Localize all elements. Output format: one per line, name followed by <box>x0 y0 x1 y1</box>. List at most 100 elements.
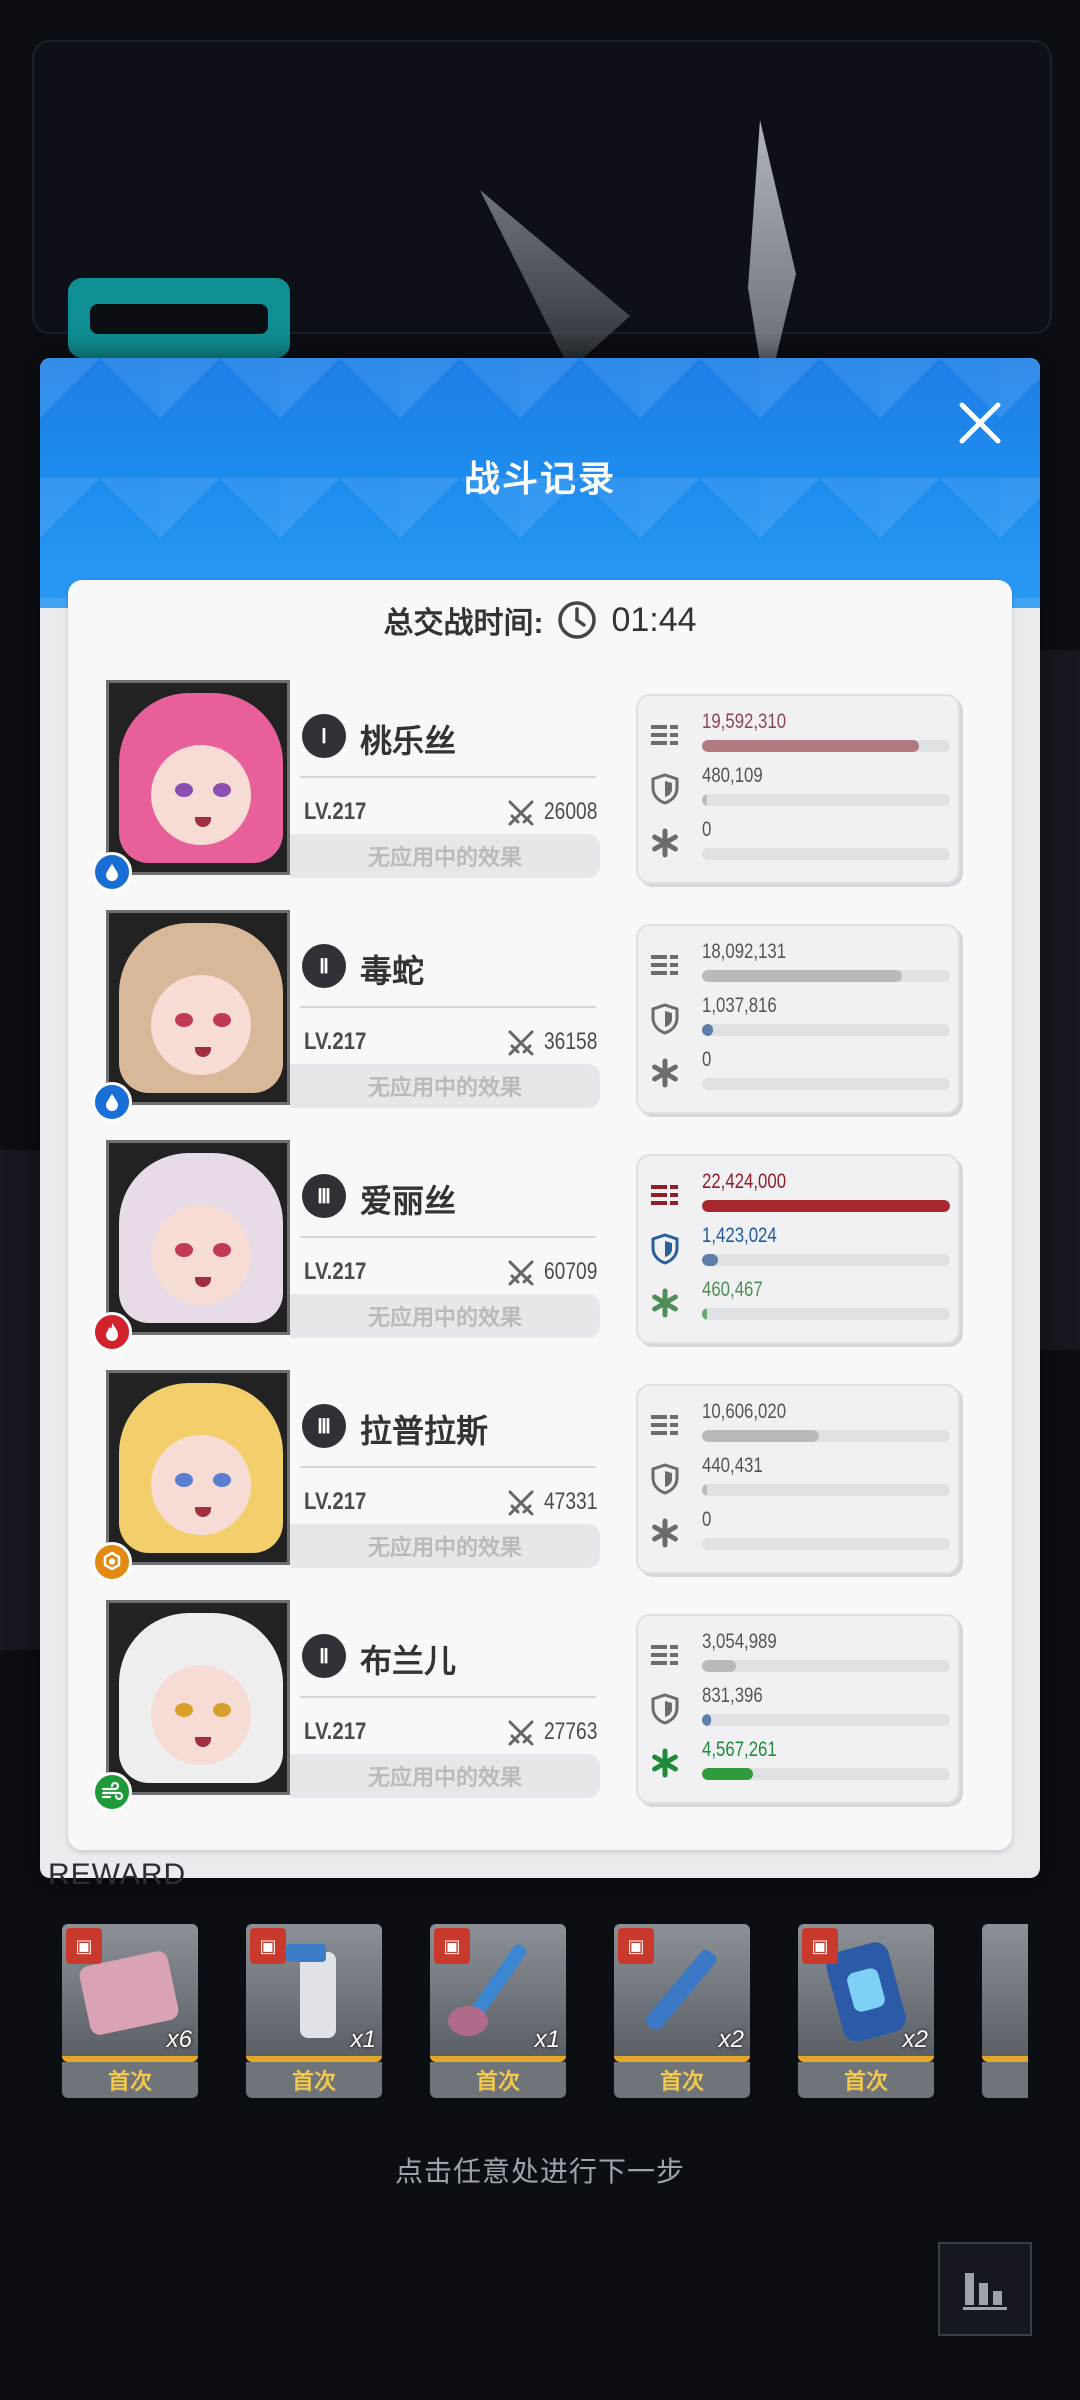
shield-bar <box>702 1254 718 1266</box>
divider <box>300 1696 596 1698</box>
heal-stat: 0 <box>648 1508 950 1560</box>
damage-icon <box>648 1638 682 1672</box>
damage-bar <box>702 1200 950 1212</box>
total-time-value: 01:44 <box>611 600 697 639</box>
character-row[interactable]: Ⅲ 拉普拉斯 LV.217 47331 无应用中的效果 10,606,020 4… <box>92 1370 1006 1582</box>
burst-rank-badge: Ⅰ <box>302 714 346 758</box>
character-row[interactable]: Ⅱ 毒蛇 LV.217 36158 无应用中的效果 18,092,131 1,0… <box>92 910 1006 1122</box>
divider <box>300 776 596 778</box>
damage-bar <box>702 1660 736 1672</box>
character-info: Ⅱ 布兰儿 LV.217 27763 无应用中的效果 <box>290 1614 610 1798</box>
reward-item[interactable]: ▣ x2 首次 <box>798 1924 934 2100</box>
damage-value: 3,054,989 <box>702 1630 777 1653</box>
character-row[interactable]: Ⅲ 爱丽丝 LV.217 60709 无应用中的效果 22,424,000 1,… <box>92 1140 1006 1352</box>
shield-stat: 480,109 <box>648 764 950 816</box>
reward-label: REWARD <box>48 1858 187 1891</box>
heal-bar <box>702 1768 753 1780</box>
box-icon: ▣ <box>802 1928 838 1964</box>
damage-bar <box>702 1430 820 1442</box>
bar-chart-icon <box>963 2273 1007 2310</box>
character-name: 毒蛇 <box>360 953 425 989</box>
close-icon <box>959 402 1001 444</box>
shield-stat: 1,037,816 <box>648 994 950 1046</box>
shield-value: 1,037,816 <box>702 994 777 1017</box>
character-row[interactable]: Ⅱ 布兰儿 LV.217 27763 无应用中的效果 3,054,989 831… <box>92 1600 1006 1812</box>
heal-value: 460,467 <box>702 1278 763 1301</box>
damage-value: 19,592,310 <box>702 710 787 733</box>
combat-power: 27763 <box>544 1718 598 1745</box>
damage-value: 10,606,020 <box>702 1400 787 1423</box>
record-content: 总交战时间: 01:44 Ⅰ 桃乐丝 LV.217 26008 无应用中的效果 … <box>68 580 1012 1850</box>
heal-value: 0 <box>702 1508 712 1531</box>
continue-hint[interactable]: 点击任意处进行下一步 <box>0 2150 1080 2190</box>
crossed-swords-icon <box>508 1030 534 1056</box>
damage-value: 18,092,131 <box>702 940 787 963</box>
character-name: 拉普拉斯 <box>360 1413 489 1449</box>
iron-icon <box>92 1542 132 1582</box>
reward-quantity: x2 <box>902 2026 928 2053</box>
shield-bar <box>702 1714 712 1726</box>
effect-status: 无应用中的效果 <box>290 1064 600 1108</box>
shield-bar <box>702 794 707 806</box>
damage-bar <box>702 740 919 752</box>
heal-stat: 0 <box>648 1048 950 1100</box>
reward-item[interactable]: ▣ x2 首次 <box>614 1924 750 2100</box>
divider <box>300 1466 596 1468</box>
total-time-label: 总交战时间: <box>383 607 544 640</box>
shield-icon <box>648 1462 682 1496</box>
effect-status: 无应用中的效果 <box>290 1294 600 1338</box>
stats-panel: 19,592,310 480,109 0 <box>636 694 960 884</box>
damage-stat: 18,092,131 <box>648 940 950 992</box>
shield-stat: 1,423,024 <box>648 1224 950 1276</box>
first-clear-tag: 首次 <box>430 2062 566 2098</box>
reward-item[interactable]: ▣ x1 首次 <box>430 1924 566 2100</box>
shield-bar <box>702 1024 714 1036</box>
heal-icon <box>648 826 682 860</box>
crossed-swords-icon <box>508 1490 534 1516</box>
combat-power: 47331 <box>544 1488 598 1515</box>
first-clear-tag: 首次 <box>62 2062 198 2098</box>
close-button[interactable] <box>950 393 1010 453</box>
cloth-icon: ▣ x6 <box>62 1924 198 2062</box>
shield-value: 1,423,024 <box>702 1224 777 1247</box>
statistics-button[interactable] <box>938 2242 1032 2336</box>
character-name: 桃乐丝 <box>360 723 457 759</box>
stats-panel: 18,092,131 1,037,816 0 <box>636 924 960 1114</box>
battery-icon: ▣ x2 <box>798 1924 934 2062</box>
stats-panel: 3,054,989 831,396 4,567,261 <box>636 1614 960 1804</box>
spray-bottle-icon: ▣ x1 <box>246 1924 382 2062</box>
character-info: Ⅰ 桃乐丝 LV.217 26008 无应用中的效果 <box>290 694 610 878</box>
reward-item[interactable]: ▣ x1 首次 <box>246 1924 382 2100</box>
crossed-swords-icon <box>508 1720 534 1746</box>
box-icon: ▣ <box>250 1928 286 1964</box>
character-portrait <box>106 1140 290 1335</box>
damage-stat: 3,054,989 <box>648 1630 950 1682</box>
first-clear-tag: 首次 <box>614 2062 750 2098</box>
shield-value: 440,431 <box>702 1454 763 1477</box>
damage-icon <box>648 718 682 752</box>
shield-value: 480,109 <box>702 764 763 787</box>
heal-value: 4,567,261 <box>702 1738 777 1761</box>
heal-stat: 4,567,261 <box>648 1738 950 1790</box>
heal-stat: 0 <box>648 818 950 870</box>
combat-power: 26008 <box>544 798 598 825</box>
heal-stat: 460,467 <box>648 1278 950 1330</box>
damage-icon <box>648 948 682 982</box>
reward-quantity: x6 <box>166 2026 192 2053</box>
box-icon: ▣ <box>618 1928 654 1964</box>
reward-item-partial[interactable] <box>982 1924 1028 2100</box>
character-level: LV.217 <box>304 1718 367 1745</box>
heal-icon <box>648 1286 682 1320</box>
character-portrait <box>106 1370 290 1565</box>
shield-value: 831,396 <box>702 1684 763 1707</box>
box-icon: ▣ <box>434 1928 470 1964</box>
clock-icon <box>558 601 597 639</box>
reward-item[interactable]: ▣ x6 首次 <box>62 1924 198 2100</box>
divider <box>300 1236 596 1238</box>
damage-bar <box>702 970 903 982</box>
character-row[interactable]: Ⅰ 桃乐丝 LV.217 26008 无应用中的效果 19,592,310 48… <box>92 680 1006 892</box>
shield-icon <box>648 772 682 806</box>
shield-stat: 831,396 <box>648 1684 950 1736</box>
burst-rank-badge: Ⅲ <box>302 1174 346 1218</box>
background-figure-right <box>1040 650 1080 1350</box>
